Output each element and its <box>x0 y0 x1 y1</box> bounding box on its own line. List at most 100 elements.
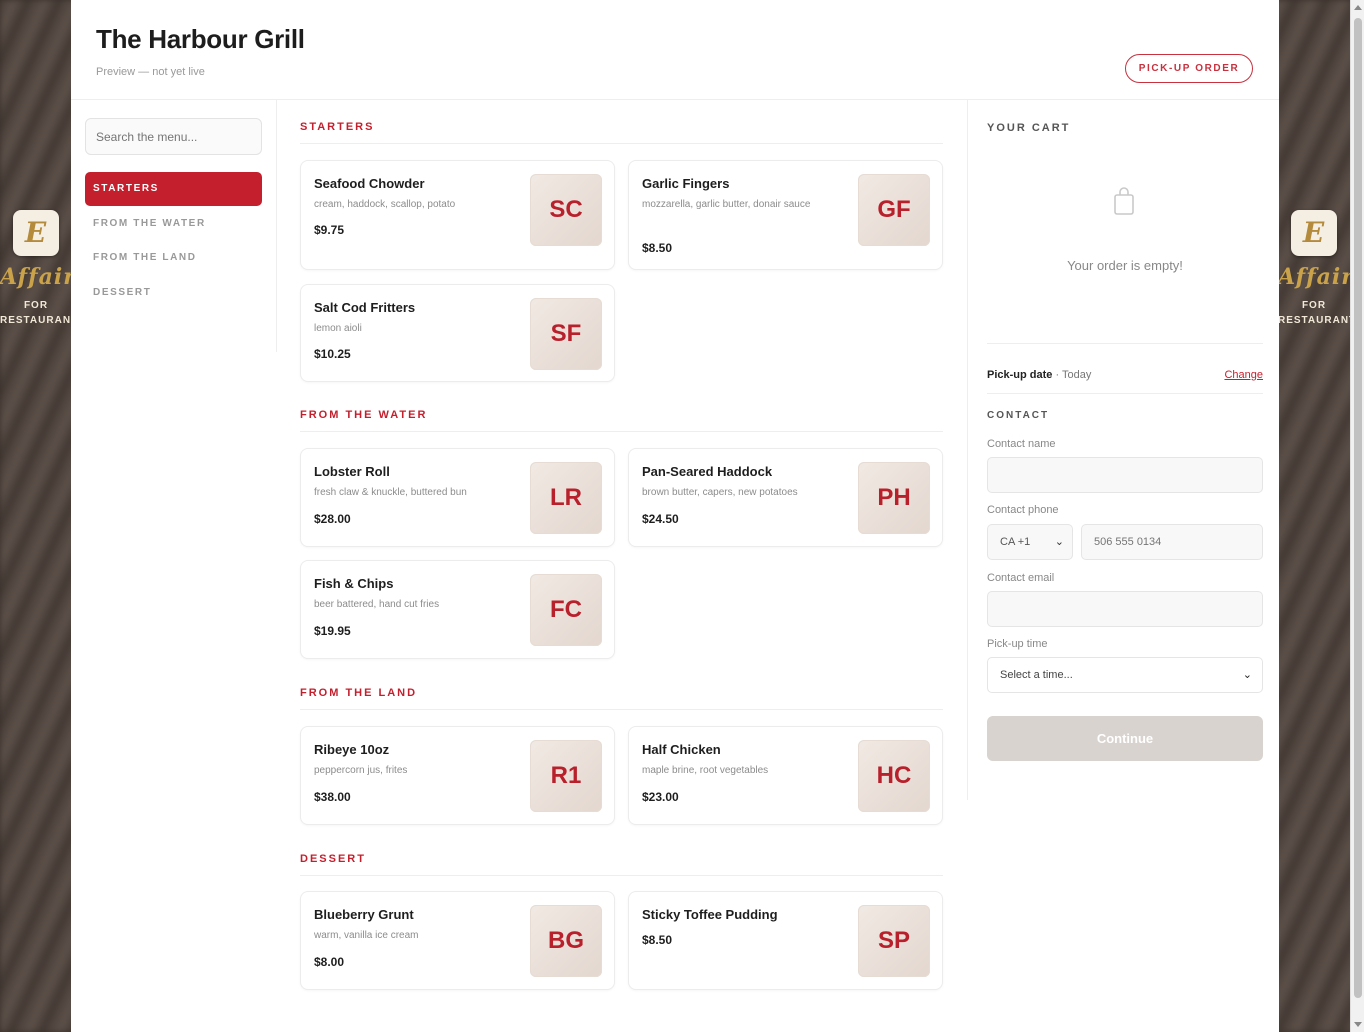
pickup-time-value: Select a time... <box>1000 669 1073 681</box>
item-name: Salt Cod Fritters <box>314 300 416 315</box>
category-starters[interactable]: STARTERS <box>85 172 262 206</box>
menu-search-input[interactable] <box>85 118 262 155</box>
item-price: $8.50 <box>642 241 673 255</box>
contact-section-title: CONTACT <box>987 410 1050 421</box>
page-title: The Harbour Grill <box>96 24 305 54</box>
background-brand-left: E Affair FOR RESTAURANTS <box>0 210 86 328</box>
item-name: Half Chicken <box>642 742 721 757</box>
section-title-starters: STARTERS <box>300 121 943 144</box>
item-description: lemon aioli <box>314 323 362 334</box>
item-description: cream, haddock, scallop, potato <box>314 199 456 210</box>
contact-name-field[interactable] <box>987 457 1263 493</box>
item-price: $10.25 <box>314 347 351 361</box>
page-header: The Harbour Grill Preview — not yet live… <box>71 0 1279 100</box>
page-scrollbar[interactable] <box>1350 0 1364 1032</box>
item-price: $9.75 <box>314 223 345 237</box>
preview-subtitle: Preview — not yet live <box>96 66 205 78</box>
item-name: Sticky Toffee Pudding <box>642 907 778 922</box>
item-image-placeholder: BG <box>530 905 602 977</box>
pickup-date-row: Pick-up date · Today Change <box>987 369 1263 381</box>
item-name: Garlic Fingers <box>642 176 730 191</box>
section-title-from-the-water: FROM THE WATER <box>300 409 943 432</box>
pickup-date-value: · Today <box>1055 369 1092 381</box>
contact-email-label: Contact email <box>987 572 1055 584</box>
pickup-order-button[interactable]: PICK-UP ORDER <box>1125 54 1253 83</box>
brand-caption-line: RESTAURANTS <box>1278 315 1364 326</box>
chevron-down-icon: ⌄ <box>1054 536 1064 548</box>
menu-item-card[interactable]: Seafood Chowder cream, haddock, scallop,… <box>300 160 615 270</box>
category-sidebar: STARTERS FROM THE WATER FROM THE LAND DE… <box>71 100 277 352</box>
item-name: Fish & Chips <box>314 576 394 591</box>
item-price: $38.00 <box>314 790 351 804</box>
pickup-date-label: Pick-up date <box>987 369 1053 381</box>
brand-logo-icon: E <box>13 210 59 256</box>
scrollbar-thumb[interactable] <box>1354 18 1362 998</box>
section-title-dessert: DESSERT <box>300 853 943 876</box>
item-image-placeholder: PH <box>858 462 930 534</box>
continue-button[interactable]: Continue <box>987 716 1263 761</box>
item-price: $28.00 <box>314 512 351 526</box>
shopping-bag-icon <box>1114 187 1134 215</box>
item-image-placeholder: LR <box>530 462 602 534</box>
item-name: Ribeye 10oz <box>314 742 390 757</box>
item-image-placeholder: SP <box>858 905 930 977</box>
cart-panel: YOUR CART Your order is empty! Pick-up d… <box>967 100 1279 800</box>
phone-country-value: CA +1 <box>1000 536 1031 548</box>
brand-script-text: Affair <box>0 264 72 290</box>
menu-item-card[interactable]: Lobster Roll fresh claw & knuckle, butte… <box>300 448 615 547</box>
divider <box>987 343 1263 344</box>
item-price: $23.00 <box>642 790 679 804</box>
cart-title: YOUR CART <box>987 122 1071 134</box>
item-description: brown butter, capers, new potatoes <box>642 487 798 498</box>
pickup-time-label: Pick-up time <box>987 638 1048 650</box>
menu-item-card[interactable]: Salt Cod Fritters lemon aioli $10.25 SF <box>300 284 615 382</box>
cart-empty-message: Your order is empty! <box>1067 258 1183 273</box>
item-description: peppercorn jus, frites <box>314 765 408 776</box>
brand-caption-line: FOR <box>23 300 49 311</box>
background-brand-right: E Affair FOR RESTAURANTS <box>1278 210 1364 328</box>
item-image-placeholder: GF <box>858 174 930 246</box>
category-from-the-water[interactable]: FROM THE WATER <box>85 207 262 241</box>
category-from-the-land[interactable]: FROM THE LAND <box>85 241 262 275</box>
item-image-placeholder: FC <box>530 574 602 646</box>
menu-item-card[interactable]: Half Chicken maple brine, root vegetable… <box>628 726 943 825</box>
item-image-placeholder: SF <box>530 298 602 370</box>
item-description: warm, vanilla ice cream <box>314 930 419 941</box>
contact-phone-field[interactable] <box>1081 524 1263 560</box>
menu-item-card[interactable]: Garlic Fingers mozzarella, garlic butter… <box>628 160 943 270</box>
item-name: Lobster Roll <box>314 464 390 479</box>
item-price: $8.50 <box>642 933 673 947</box>
item-description: mozzarella, garlic butter, donair sauce <box>642 199 811 210</box>
contact-email-field[interactable] <box>987 591 1263 627</box>
item-name: Pan-Seared Haddock <box>642 464 773 479</box>
menu-item-card[interactable]: Fish & Chips beer battered, hand cut fri… <box>300 560 615 659</box>
item-name: Blueberry Grunt <box>314 907 414 922</box>
item-price: $8.00 <box>314 955 345 969</box>
menu-item-card[interactable]: Blueberry Grunt warm, vanilla ice cream … <box>300 891 615 990</box>
brand-script-text: Affair <box>1278 264 1350 290</box>
menu-item-card[interactable]: Pan-Seared Haddock brown butter, capers,… <box>628 448 943 547</box>
item-image-placeholder: SC <box>530 174 602 246</box>
contact-phone-label: Contact phone <box>987 504 1059 516</box>
scroll-up-arrow-icon[interactable] <box>1354 5 1362 10</box>
menu-item-card[interactable]: Sticky Toffee Pudding $8.50 SP <box>628 891 943 990</box>
chevron-down-icon: ⌄ <box>1242 669 1252 681</box>
brand-caption-line: RESTAURANTS <box>0 315 86 326</box>
phone-country-select[interactable]: CA +1 ⌄ <box>987 524 1073 560</box>
item-price: $24.50 <box>642 512 679 526</box>
menu-item-card[interactable]: Ribeye 10oz peppercorn jus, frites $38.0… <box>300 726 615 825</box>
scroll-down-arrow-icon[interactable] <box>1354 1022 1362 1027</box>
item-price: $19.95 <box>314 624 351 638</box>
contact-name-label: Contact name <box>987 438 1056 450</box>
item-name: Seafood Chowder <box>314 176 425 191</box>
pickup-time-select[interactable]: Select a time... ⌄ <box>987 657 1263 693</box>
brand-logo-icon: E <box>1291 210 1337 256</box>
item-description: beer battered, hand cut fries <box>314 599 440 610</box>
item-image-placeholder: HC <box>858 740 930 812</box>
item-description: fresh claw & knuckle, buttered bun <box>314 487 467 498</box>
divider <box>987 393 1263 394</box>
ordering-page: The Harbour Grill Preview — not yet live… <box>71 0 1279 1032</box>
change-pickup-date-link[interactable]: Change <box>1224 369 1263 381</box>
brand-caption-line: FOR <box>1301 300 1327 311</box>
category-dessert[interactable]: DESSERT <box>85 276 262 310</box>
